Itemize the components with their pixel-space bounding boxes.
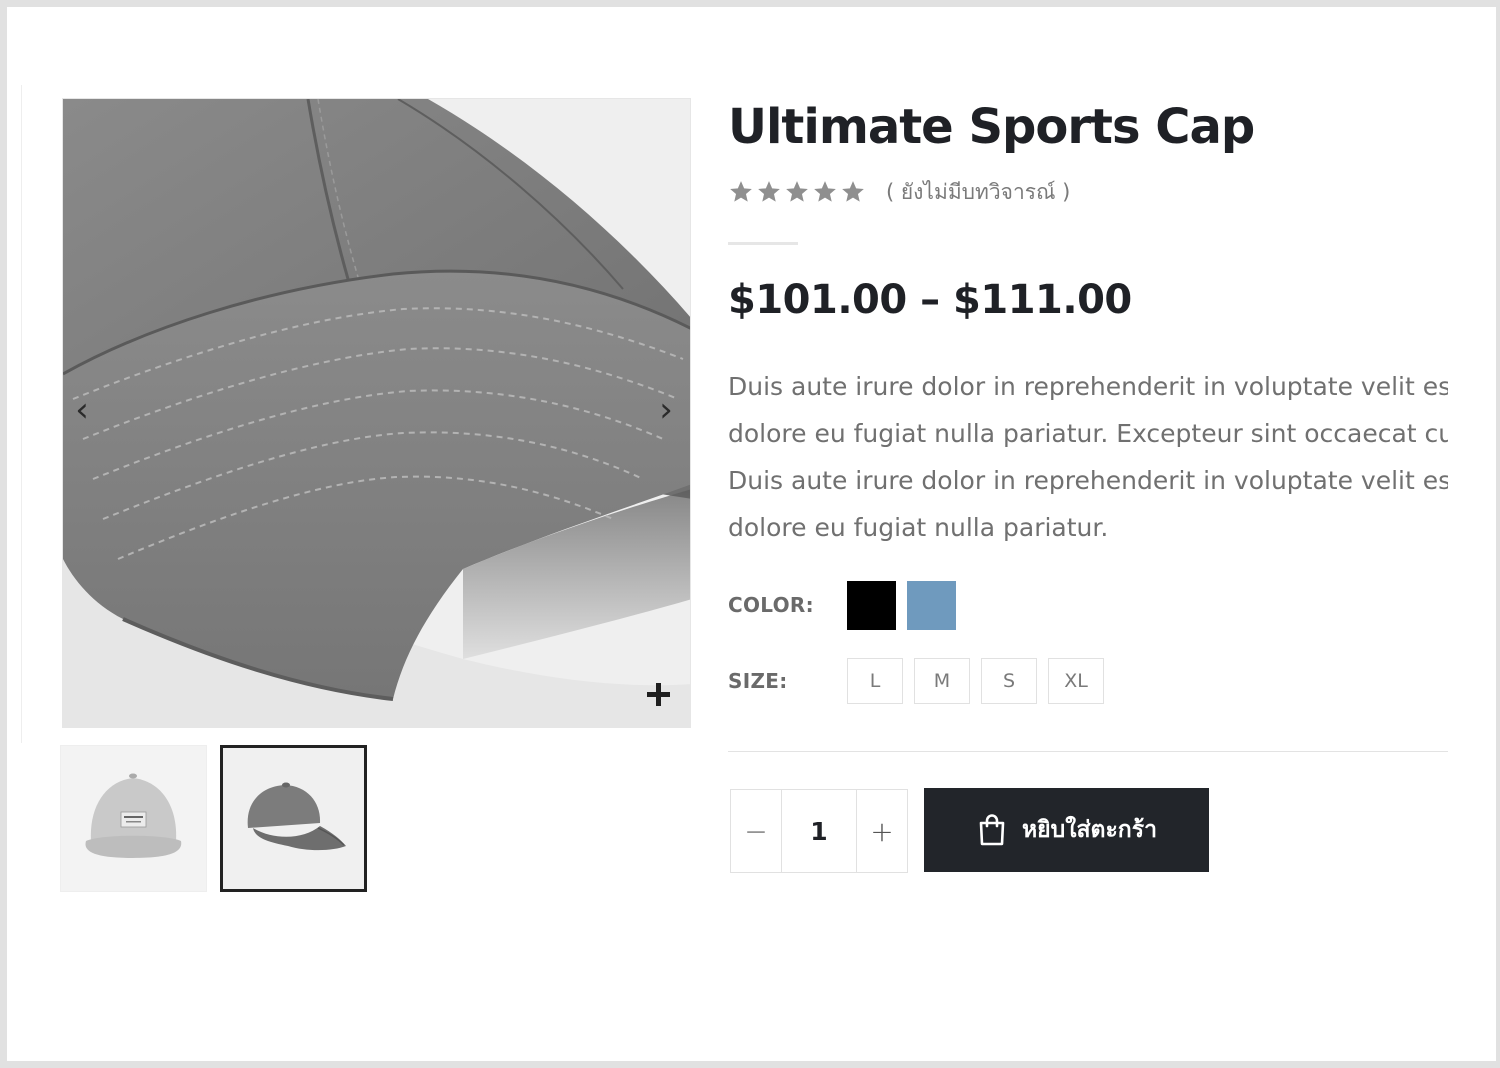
star-icon <box>728 179 754 205</box>
cap-side-thumbnail-image <box>223 748 364 889</box>
quantity-increase-button[interactable]: + <box>856 790 907 872</box>
color-label: COLOR: <box>728 593 814 617</box>
star-icon <box>784 179 810 205</box>
star-icon <box>812 179 838 205</box>
cart-divider <box>728 751 1448 752</box>
product-main-image[interactable]: ‹ › <box>62 98 691 728</box>
product-rating: ( ยังไม่มีบทวิจารณ์ ) <box>728 177 1070 207</box>
description-line: Duis aute irure dolor in reprehenderit i… <box>728 372 1448 401</box>
color-swatch-blue[interactable] <box>907 581 956 630</box>
cap-closeup-image <box>63 99 690 727</box>
description-line: Duis aute irure dolor in reprehenderit i… <box>728 466 1448 495</box>
color-swatches <box>847 581 956 630</box>
add-to-cart-label: หยิบใส่ตะกร้า <box>1022 817 1157 843</box>
product-title: Ultimate Sports Cap <box>728 99 1255 155</box>
shopping-bag-icon <box>979 814 1005 846</box>
size-label: SIZE: <box>728 669 788 693</box>
gallery-prev-icon[interactable]: ‹ <box>67 393 97 427</box>
left-divider <box>21 85 22 743</box>
description-line: dolore eu fugiat nulla pariatur. Excepte… <box>728 419 1448 448</box>
star-icon <box>756 179 782 205</box>
title-divider <box>728 242 798 245</box>
zoom-plus-icon[interactable] <box>643 679 673 709</box>
gallery-thumbnail-2[interactable] <box>220 745 367 892</box>
size-option-l[interactable]: L <box>847 658 903 704</box>
description-line: dolore eu fugiat nulla pariatur. <box>728 513 1109 542</box>
quantity-input[interactable] <box>782 790 856 872</box>
review-count-link[interactable]: ( ยังไม่มีบทวิจารณ์ ) <box>886 176 1070 209</box>
add-to-cart-button[interactable]: หยิบใส่ตะกร้า <box>924 788 1209 872</box>
gallery-thumbnail-1[interactable] <box>60 745 207 892</box>
cap-front-thumbnail-image <box>61 746 206 891</box>
star-icon <box>840 179 866 205</box>
rating-stars <box>728 179 866 205</box>
quantity-decrease-button[interactable]: − <box>731 790 782 872</box>
product-price: $101.00 – $111.00 <box>728 277 1132 323</box>
size-option-m[interactable]: M <box>914 658 970 704</box>
size-options: L M S XL <box>847 658 1104 704</box>
size-option-s[interactable]: S <box>981 658 1037 704</box>
color-swatch-black[interactable] <box>847 581 896 630</box>
size-option-xl[interactable]: XL <box>1048 658 1104 704</box>
product-description: Duis aute irure dolor in reprehenderit i… <box>728 363 1448 553</box>
gallery-next-icon[interactable]: › <box>651 393 681 427</box>
quantity-stepper: − + <box>730 789 908 873</box>
product-page: ‹ › Ultimate Sports Cap (ยังไม่มีบทวิจา… <box>7 7 1496 1061</box>
